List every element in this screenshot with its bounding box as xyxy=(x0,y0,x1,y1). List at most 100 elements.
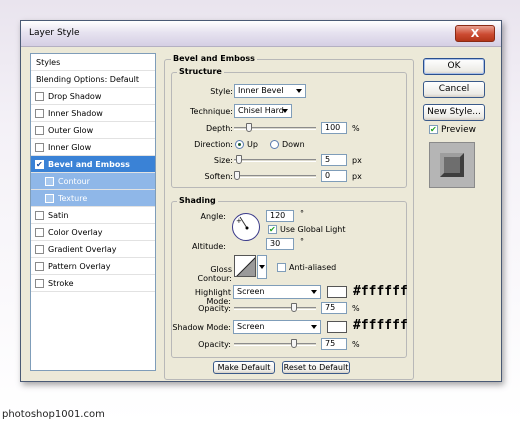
new-style-button[interactable]: New Style... xyxy=(423,104,485,121)
sidebar-item-bevel-emboss[interactable]: Bevel and Emboss xyxy=(31,156,155,173)
depth-label: Depth: xyxy=(205,124,233,133)
shadow-opacity-label: Opacity: xyxy=(198,340,231,349)
angle-label: Angle: xyxy=(200,212,226,221)
soften-slider-track[interactable] xyxy=(234,175,316,178)
color-overlay-checkbox[interactable] xyxy=(35,228,44,237)
anti-aliased-checkbox[interactable] xyxy=(277,263,286,272)
highlight-opacity-input[interactable]: 75 xyxy=(321,302,347,314)
altitude-unit: ° xyxy=(300,237,304,246)
gloss-contour-label: Gloss Contour: xyxy=(197,265,233,283)
size-label: Size: xyxy=(213,156,233,165)
chevron-down-icon xyxy=(296,89,302,93)
styles-header[interactable]: Styles xyxy=(31,54,155,71)
angle-dial-icon: + xyxy=(236,216,249,230)
reset-default-button[interactable]: Reset to Default xyxy=(282,361,350,374)
contour-checkbox[interactable] xyxy=(45,177,54,186)
watermark-text: photoshop1001.com xyxy=(2,409,105,420)
technique-label: Technique: xyxy=(190,107,233,116)
direction-up-label: Up xyxy=(247,140,258,149)
preview-thumbnail xyxy=(429,142,475,188)
soften-input[interactable]: 0 xyxy=(321,170,347,182)
drop-shadow-checkbox[interactable] xyxy=(35,92,44,101)
soften-label: Soften: xyxy=(204,172,233,181)
shading-title: Shading xyxy=(177,196,218,205)
chevron-down-icon xyxy=(311,325,317,329)
pattern-overlay-checkbox[interactable] xyxy=(35,262,44,271)
shadow-opacity-thumb[interactable] xyxy=(291,339,297,348)
sidebar-item-satin[interactable]: Satin xyxy=(31,207,155,224)
cancel-button[interactable]: Cancel xyxy=(423,81,485,98)
depth-unit: % xyxy=(352,124,360,133)
highlight-opacity-unit: % xyxy=(352,304,360,313)
sidebar-item-outer-glow[interactable]: Outer Glow xyxy=(31,122,155,139)
soften-slider-thumb[interactable] xyxy=(234,171,240,180)
chevron-down-icon xyxy=(282,109,288,113)
stroke-checkbox[interactable] xyxy=(35,279,44,288)
highlight-hex-label: #ffffff xyxy=(353,284,408,299)
ok-button[interactable]: OK xyxy=(423,58,485,75)
direction-down-label: Down xyxy=(282,140,305,149)
technique-dropdown[interactable]: Chisel Hard xyxy=(234,104,292,118)
sidebar-item-contour[interactable]: Contour xyxy=(31,173,155,190)
depth-input[interactable]: 100 xyxy=(321,122,347,134)
satin-checkbox[interactable] xyxy=(35,211,44,220)
close-button[interactable]: X xyxy=(455,25,495,42)
gloss-contour-preview[interactable] xyxy=(234,255,256,277)
sidebar-item-texture[interactable]: Texture xyxy=(31,190,155,207)
gloss-contour-dropdown[interactable] xyxy=(257,255,267,279)
blending-options-item[interactable]: Blending Options: Default xyxy=(31,71,155,88)
texture-checkbox[interactable] xyxy=(45,194,54,203)
inner-shadow-checkbox[interactable] xyxy=(35,109,44,118)
structure-title: Structure xyxy=(177,67,224,76)
shadow-opacity-input[interactable]: 75 xyxy=(321,338,347,350)
direction-down-radio[interactable] xyxy=(270,140,279,149)
anti-aliased-label: Anti-aliased xyxy=(289,263,337,272)
angle-dial[interactable]: + xyxy=(232,213,260,241)
preview-label: Preview xyxy=(441,125,477,135)
title-bar: Layer Style X xyxy=(21,21,501,47)
dialog-title: Layer Style xyxy=(29,28,80,38)
layer-style-dialog: Layer Style X Styles Blending Options: D… xyxy=(20,20,502,382)
shadow-color-swatch[interactable] xyxy=(327,321,347,333)
bevel-emboss-checkbox[interactable] xyxy=(35,157,44,172)
sidebar-item-pattern-overlay[interactable]: Pattern Overlay xyxy=(31,258,155,275)
angle-unit: ° xyxy=(300,209,304,218)
size-unit: px xyxy=(352,156,362,165)
preview-bevel-square xyxy=(440,153,464,177)
style-dropdown[interactable]: Inner Bevel xyxy=(234,84,306,98)
preview-checkbox[interactable] xyxy=(429,123,438,137)
highlight-color-swatch[interactable] xyxy=(327,286,347,298)
highlight-opacity-label: Opacity: xyxy=(198,304,231,313)
altitude-input[interactable]: 30 xyxy=(266,238,294,250)
sidebar-item-color-overlay[interactable]: Color Overlay xyxy=(31,224,155,241)
sidebar-item-inner-shadow[interactable]: Inner Shadow xyxy=(31,105,155,122)
altitude-label: Altitude: xyxy=(192,242,226,251)
sidebar-item-inner-glow[interactable]: Inner Glow xyxy=(31,139,155,156)
highlight-opacity-track[interactable] xyxy=(234,307,316,310)
angle-input[interactable]: 120 xyxy=(266,210,294,222)
direction-up-radio[interactable] xyxy=(235,140,244,149)
global-light-checkbox[interactable] xyxy=(268,223,277,237)
shadow-opacity-track[interactable] xyxy=(234,343,316,346)
shadow-opacity-unit: % xyxy=(352,340,360,349)
make-default-button[interactable]: Make Default xyxy=(213,361,275,374)
sidebar-item-drop-shadow[interactable]: Drop Shadow xyxy=(31,88,155,105)
outer-glow-checkbox[interactable] xyxy=(35,126,44,135)
gradient-overlay-checkbox[interactable] xyxy=(35,245,44,254)
chevron-down-icon xyxy=(311,290,317,294)
size-slider-thumb[interactable] xyxy=(236,155,242,164)
style-label: Style: xyxy=(210,87,233,96)
inner-glow-checkbox[interactable] xyxy=(35,143,44,152)
styles-list: Styles Blending Options: Default Drop Sh… xyxy=(30,53,156,371)
highlight-opacity-thumb[interactable] xyxy=(291,303,297,312)
size-input[interactable]: 5 xyxy=(321,154,347,166)
direction-label: Direction: xyxy=(194,140,233,149)
svg-text:+: + xyxy=(236,217,242,225)
shadow-mode-dropdown[interactable]: Screen xyxy=(233,320,321,334)
sidebar-item-stroke[interactable]: Stroke xyxy=(31,275,155,292)
highlight-mode-dropdown[interactable]: Screen xyxy=(233,285,321,299)
depth-slider-thumb[interactable] xyxy=(246,123,252,132)
sidebar-item-gradient-overlay[interactable]: Gradient Overlay xyxy=(31,241,155,258)
size-slider-track[interactable] xyxy=(234,159,316,162)
chevron-down-icon xyxy=(259,265,265,269)
